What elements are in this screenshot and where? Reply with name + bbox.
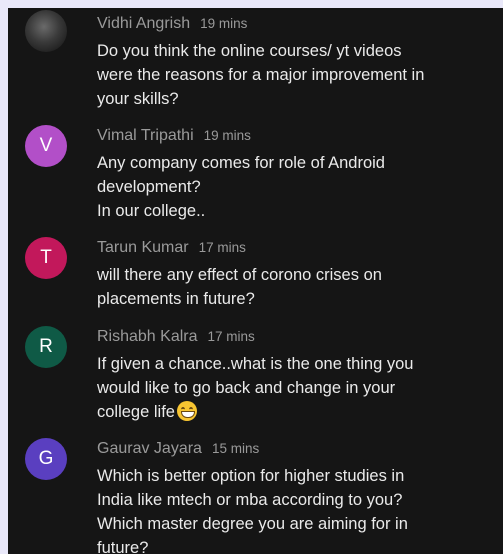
avatar-letter: T bbox=[40, 247, 52, 268]
comment-line: India like mtech or mba according to you… bbox=[97, 491, 403, 509]
comment-meta: Vimal Tripathi 19 mins bbox=[97, 125, 251, 147]
comment-author[interactable]: Gaurav Jayara bbox=[97, 440, 202, 457]
avatar-g[interactable]: G bbox=[25, 438, 67, 480]
comment-line: In our college.. bbox=[97, 202, 206, 220]
comment-line: your skills? bbox=[97, 90, 179, 108]
grinning-face-emoji-icon bbox=[176, 401, 197, 421]
comment-line: college life bbox=[97, 403, 175, 421]
comment-line: Which master degree you are aiming for i… bbox=[97, 515, 408, 533]
comment-line: Do you think the online courses/ yt vide… bbox=[97, 42, 402, 60]
comment-line: future? bbox=[97, 539, 149, 554]
avatar-letter: V bbox=[39, 135, 53, 156]
comment-line: were the reasons for a major improvement… bbox=[97, 66, 425, 84]
comment-author[interactable]: Tarun Kumar bbox=[97, 239, 189, 256]
comment-time: 19 mins bbox=[203, 128, 251, 143]
comments-panel: Vidhi Angrish 19 mins Do you think the on… bbox=[8, 8, 503, 554]
comment-meta: Gaurav Jayara 15 mins bbox=[97, 438, 259, 460]
avatar-v[interactable]: V bbox=[25, 125, 67, 167]
comment-line: would like to go back and change in your bbox=[97, 379, 396, 397]
comment-line: Which is better option for higher studie… bbox=[97, 467, 405, 485]
comment-meta: Vidhi Angrish 19 mins bbox=[97, 13, 247, 35]
comment-author[interactable]: Vidhi Angrish bbox=[97, 15, 190, 32]
comment-meta: Tarun Kumar 17 mins bbox=[97, 237, 246, 259]
comment-time: 19 mins bbox=[200, 16, 248, 31]
comment-meta: Rishabh Kalra 17 mins bbox=[97, 326, 255, 348]
avatar-letter: G bbox=[38, 448, 54, 469]
comment-author[interactable]: Rishabh Kalra bbox=[97, 328, 198, 345]
comment-time: 17 mins bbox=[198, 240, 246, 255]
comment-line-with-emoji: college life bbox=[97, 400, 497, 424]
comment-text: will there any effect of corono crises o… bbox=[97, 263, 497, 311]
comment-time: 15 mins bbox=[211, 441, 260, 456]
comment-line: Any company comes for role of Android bbox=[97, 154, 385, 172]
comment-text: If given a chance..what is the one thing… bbox=[97, 352, 497, 424]
avatar-r[interactable]: R bbox=[25, 326, 67, 368]
user-photo-avatar[interactable] bbox=[25, 10, 67, 52]
comment-time: 17 mins bbox=[207, 329, 255, 344]
comment-line: placements in future? bbox=[97, 290, 255, 308]
comment-author[interactable]: Vimal Tripathi bbox=[97, 127, 194, 144]
comment-line: If given a chance..what is the one thing… bbox=[97, 355, 414, 373]
comment-line: will there any effect of corono crises o… bbox=[97, 266, 382, 284]
avatar-t[interactable]: T bbox=[25, 237, 67, 279]
comment-line: development? bbox=[97, 178, 201, 196]
comment-text: Do you think the online courses/ yt vide… bbox=[97, 39, 497, 111]
avatar-letter: R bbox=[39, 336, 53, 357]
comment-text: Which is better option for higher studie… bbox=[97, 464, 497, 554]
comment-text: Any company comes for role of Android de… bbox=[97, 151, 497, 223]
